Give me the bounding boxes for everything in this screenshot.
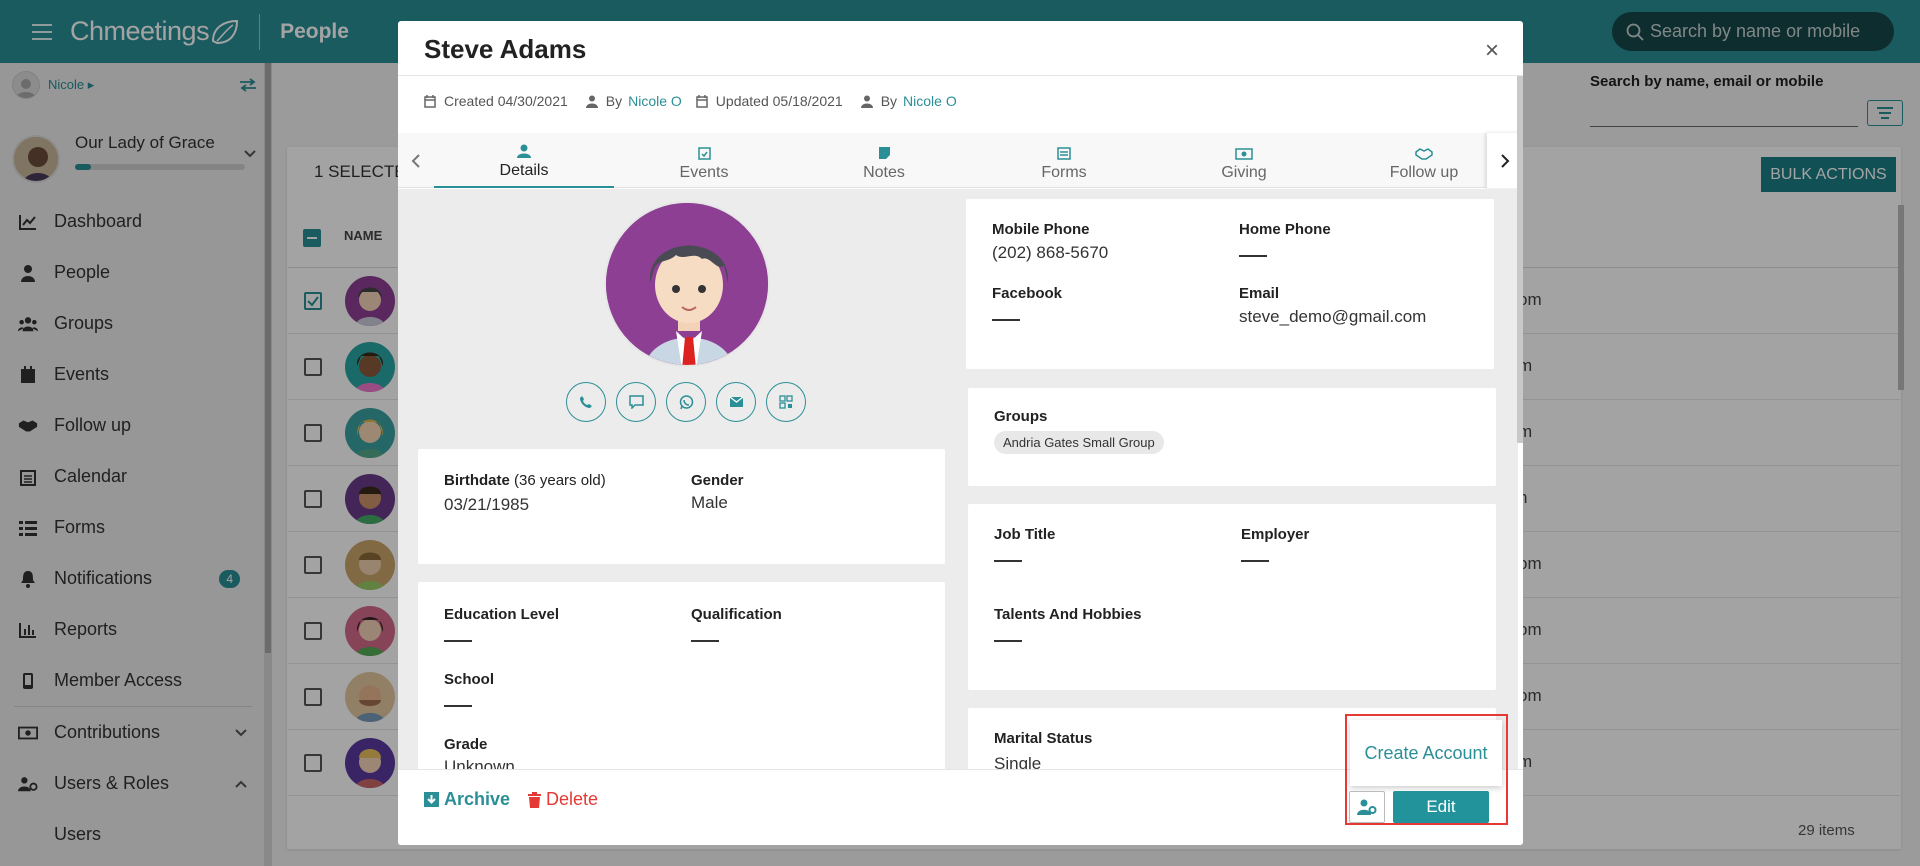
list-icon — [1057, 147, 1071, 160]
person-icon — [860, 95, 873, 108]
education-level-empty — [444, 640, 472, 642]
qualification-empty — [691, 640, 719, 642]
qr-code-icon — [779, 395, 793, 409]
calendar-icon — [696, 94, 708, 108]
chat-icon — [628, 395, 644, 409]
grade-value: Unknown — [444, 757, 515, 769]
details-panel: Birthdate (36 years old) 03/21/1985 Gend… — [398, 189, 1518, 769]
record-meta: Created 04/30/2021 By Nicole O Updated 0… — [424, 93, 971, 109]
qr-code-button[interactable] — [766, 382, 806, 422]
email-button[interactable] — [716, 382, 756, 422]
job-title-empty — [994, 560, 1022, 562]
trash-icon — [528, 791, 541, 808]
personal-info-card: Birthdate (36 years old) 03/21/1985 Gend… — [418, 449, 945, 564]
marital-status-value: Single — [994, 754, 1042, 769]
tab-bar: Details Events Notes Forms Giving Follow… — [398, 133, 1523, 188]
chevron-left-icon — [411, 153, 420, 168]
call-button[interactable] — [566, 382, 606, 422]
employer-empty — [1241, 560, 1269, 562]
talents-label: Talents And Hobbies — [994, 606, 1142, 623]
money-icon — [1235, 148, 1253, 160]
person-icon — [585, 95, 598, 108]
groups-card: Groups Andria Gates Small Group — [968, 388, 1496, 486]
birthdate-value: 03/21/1985 — [444, 495, 530, 514]
profile-photo[interactable] — [604, 201, 770, 367]
tab-events[interactable]: Events — [614, 133, 794, 188]
gender-value: Male — [691, 493, 728, 512]
school-empty — [444, 705, 472, 707]
qualification-label: Qualification — [691, 606, 782, 623]
groups-label: Groups — [994, 408, 1048, 425]
envelope-icon — [729, 396, 743, 407]
person-name: Steve Adams — [424, 34, 587, 64]
created-date: Created 04/30/2021 — [444, 93, 568, 109]
note-icon — [878, 147, 890, 159]
home-phone-label: Home Phone — [1239, 221, 1331, 238]
email-label: Email — [1239, 285, 1280, 302]
calendar-check-icon — [697, 147, 711, 160]
whatsapp-icon — [679, 394, 693, 409]
education-card: Education Level Qualification School Gra… — [418, 582, 945, 769]
gender-label: Gender — [691, 472, 744, 489]
by-label: By — [880, 93, 898, 109]
mobile-phone-value[interactable]: (202) 868-5670 — [992, 243, 1108, 263]
facebook-label: Facebook — [992, 285, 1063, 302]
school-label: School — [444, 671, 495, 688]
tab-forms[interactable]: Forms — [974, 133, 1154, 188]
calendar-icon — [424, 94, 436, 108]
contact-card: Mobile Phone (202) 868-5670 Home Phone F… — [966, 199, 1494, 369]
marital-status-label: Marital Status — [994, 730, 1093, 747]
modal-header: Steve Adams × — [398, 21, 1523, 76]
contact-actions — [566, 382, 816, 422]
archive-button[interactable]: Archive — [424, 789, 510, 810]
email-value[interactable]: steve_demo@gmail.com — [1239, 307, 1426, 327]
mobile-phone-label: Mobile Phone — [992, 221, 1090, 238]
by-label: By — [605, 93, 623, 109]
tab-details[interactable]: Details — [434, 133, 614, 188]
work-card: Job Title Employer Talents And Hobbies — [968, 504, 1496, 690]
chevron-right-icon — [1501, 153, 1510, 168]
person-icon — [517, 144, 531, 158]
sms-button[interactable] — [616, 382, 656, 422]
highlight-box — [1345, 714, 1508, 825]
updated-by-link[interactable]: Nicole O — [903, 93, 957, 109]
delete-button[interactable]: Delete — [528, 789, 598, 810]
tabs-scroll-left[interactable] — [398, 133, 434, 188]
close-button[interactable]: × — [1485, 37, 1499, 65]
updated-date: Updated 05/18/2021 — [715, 93, 843, 109]
created-by-link[interactable]: Nicole O — [628, 93, 682, 109]
facebook-empty — [992, 319, 1020, 321]
birthdate-label: Birthdate (36 years old) — [444, 472, 606, 489]
phone-icon — [580, 396, 592, 408]
group-chip[interactable]: Andria Gates Small Group — [994, 431, 1164, 454]
talents-empty — [994, 640, 1022, 642]
home-phone-empty — [1239, 255, 1267, 257]
tab-giving[interactable]: Giving — [1154, 133, 1334, 188]
employer-label: Employer — [1241, 526, 1310, 543]
education-level-label: Education Level — [444, 606, 560, 623]
grade-label: Grade — [444, 736, 488, 753]
handshake-icon — [1415, 148, 1433, 160]
whatsapp-button[interactable] — [666, 382, 706, 422]
modal-scrollbar[interactable] — [1517, 76, 1523, 443]
tab-notes[interactable]: Notes — [794, 133, 974, 188]
job-title-label: Job Title — [994, 526, 1056, 543]
download-icon — [424, 792, 439, 807]
